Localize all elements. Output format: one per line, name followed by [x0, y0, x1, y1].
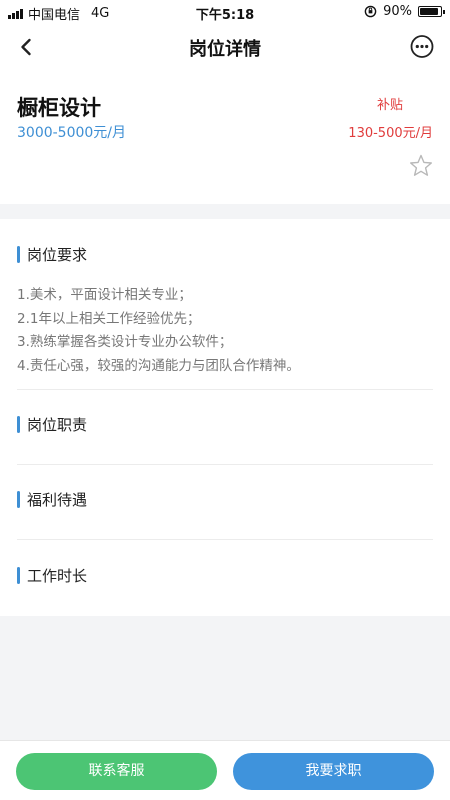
- section-accent-bar: [17, 490, 20, 508]
- requirement-item: 4.责任心强，较强的沟通能力与团队合作精神。: [17, 357, 300, 374]
- section-header: 福利待遇: [17, 488, 433, 510]
- more-dots-icon: [410, 35, 434, 58]
- section-title-hours: 工作时长: [27, 566, 88, 585]
- status-right: 90%: [364, 4, 445, 19]
- job-title: 橱柜设计: [17, 96, 101, 120]
- bottom-action-bar: 联系客服 我要求职: [0, 740, 450, 800]
- requirements-list: 1.美术，平面设计相关专业； 2.1年以上相关工作经验优先； 3.熟练掌握各类设…: [17, 284, 433, 378]
- section-benefits: 福利待遇: [17, 488, 433, 510]
- requirement-item: 1.美术，平面设计相关专业；: [17, 287, 192, 303]
- section-hours: 工作时长: [17, 564, 433, 586]
- orientation-lock-icon: [364, 5, 377, 18]
- more-button[interactable]: [409, 34, 435, 60]
- nav-bar: 岗位详情: [0, 24, 450, 70]
- subsidy-range: 130-500元/月: [348, 126, 433, 141]
- divider: [17, 539, 433, 540]
- page-title: 岗位详情: [189, 39, 261, 60]
- job-detail-card: 岗位要求 1.美术，平面设计相关专业； 2.1年以上相关工作经验优先； 3.熟练…: [0, 219, 450, 616]
- divider: [17, 464, 433, 465]
- section-header: 岗位要求: [17, 243, 433, 265]
- battery-percent: 90%: [383, 4, 412, 19]
- star-outline-icon: [410, 154, 432, 176]
- requirement-item: 2.1年以上相关工作经验优先；: [17, 310, 201, 327]
- divider: [17, 389, 433, 390]
- section-title-duties: 岗位职责: [27, 415, 88, 434]
- battery-fill: [420, 8, 438, 15]
- section-accent-bar: [17, 245, 20, 263]
- favorite-button[interactable]: [408, 153, 434, 179]
- requirement-item: 3.熟练掌握各类设计专业办公软件；: [17, 334, 233, 350]
- section-header: 岗位职责: [17, 413, 433, 435]
- subsidy-label: 补贴: [376, 98, 403, 113]
- section-accent-bar: [17, 566, 20, 584]
- section-duties: 岗位职责: [17, 413, 433, 435]
- apply-job-button[interactable]: 我要求职: [233, 753, 434, 790]
- section-title-benefits: 福利待遇: [27, 490, 88, 509]
- section-header: 工作时长: [17, 564, 433, 586]
- salary-range: 3000-5000元/月: [17, 125, 127, 141]
- contact-service-button[interactable]: 联系客服: [16, 753, 217, 790]
- section-requirements: 岗位要求 1.美术，平面设计相关专业； 2.1年以上相关工作经验优先； 3.熟练…: [17, 243, 433, 378]
- job-header-card: 橱柜设计 3000-5000元/月 补贴 130-500元/月: [0, 70, 450, 204]
- battery-icon: [418, 6, 445, 17]
- section-accent-bar: [17, 415, 20, 433]
- section-title-requirements: 岗位要求: [27, 245, 88, 264]
- status-bar: 中国电信 4G 下午5:18 90%: [0, 0, 450, 24]
